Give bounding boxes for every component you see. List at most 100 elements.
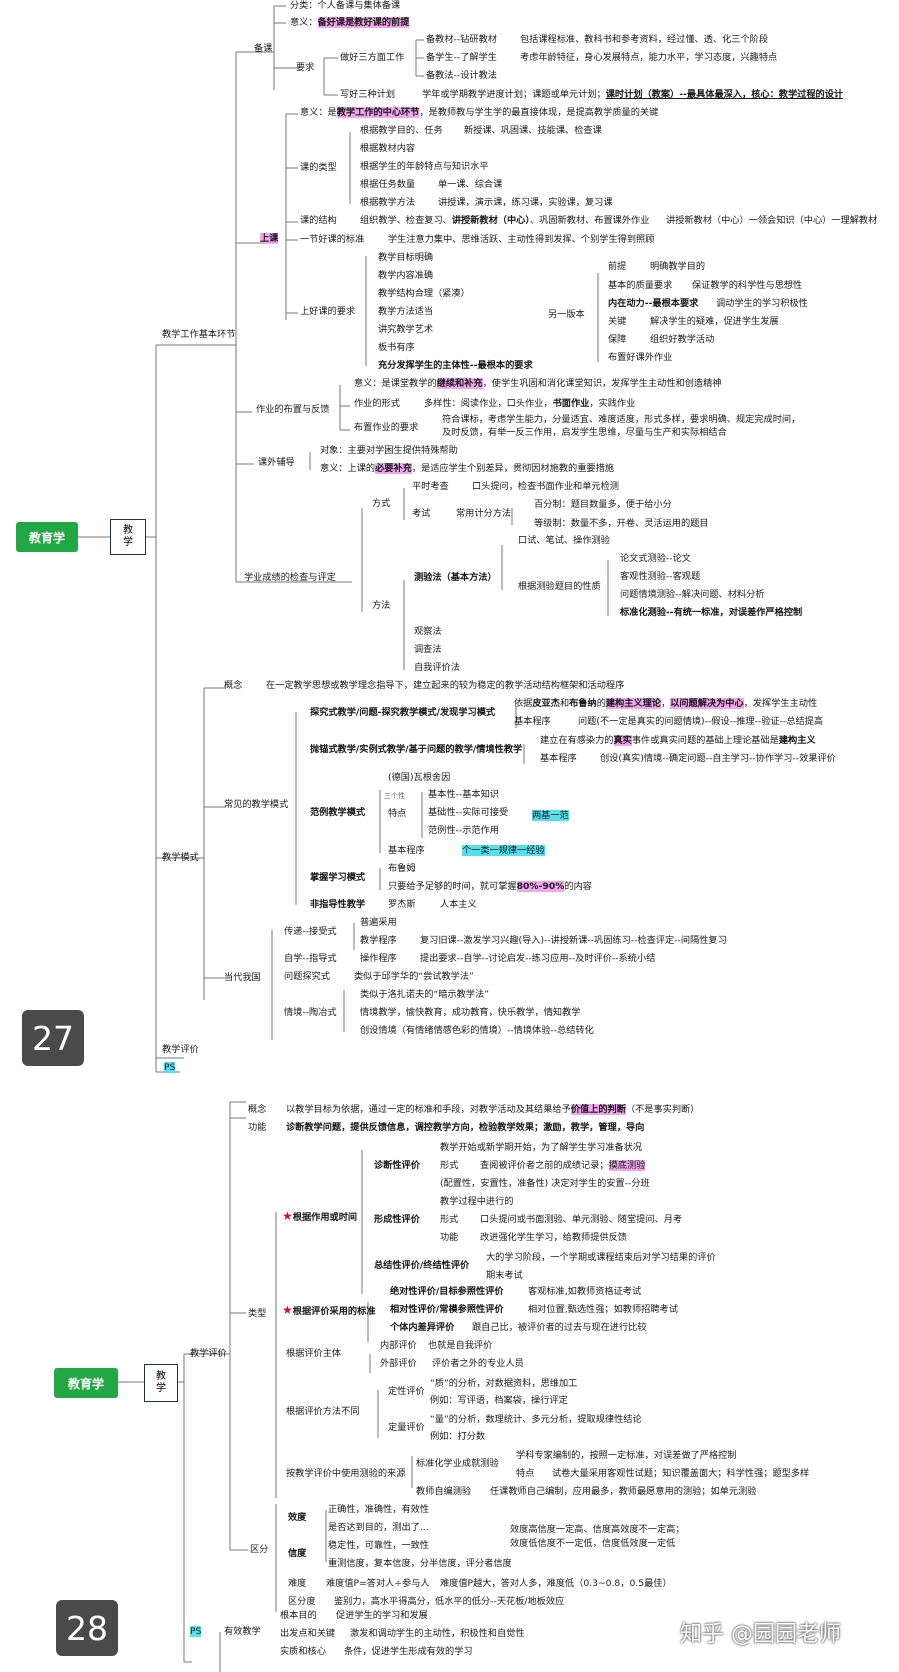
level1-node[interactable]: 教 学 [110, 519, 146, 555]
type-2: 根据教材内容 [360, 143, 416, 154]
china-wt: 问题探究式 [284, 971, 330, 982]
mode-tj-proc: 基本程序 [514, 716, 551, 727]
bzh-1: 学科专家编制的，按照一定标准，对误差做了严格控制 [516, 1450, 737, 1461]
dx: 定性评价 [388, 1386, 425, 1397]
page-number-28: 28 [56, 1600, 118, 1656]
node-tutoring: 课外辅导 [258, 457, 295, 468]
china-wt-detail: 类似于邱学华的“尝试教学法” [354, 971, 474, 982]
alt-1: 前提 [608, 261, 627, 272]
alt-5: 保障 [608, 334, 627, 345]
wb: 外部评价 [380, 1358, 417, 1369]
good-1: 教学目标明确 [378, 252, 434, 263]
dl: 定量评价 [388, 1422, 425, 1433]
discrimination: 区分度 [288, 1596, 316, 1607]
china-zx-1-detail: 提出要求--自学--讨论启发--练习应用--及时评价--系统小结 [420, 953, 656, 964]
hw-form-detail: 多样性：阅读作业，口头作业，书面作业，实践作业 [424, 398, 636, 409]
js-detail: 任课教师自己编制，应用最多，教师最愿意用的测验；如单元测验 [490, 1486, 757, 1497]
alt-3-detail: 调动学生的学习积极性 [716, 298, 808, 309]
mode-pm: 抛锚式教学/实例式教学/基于问题的教学/情境性教学 [310, 744, 523, 755]
discrimination-1: 鉴别力，高水平得高分，低水平的低分--天花板/地板效应 [334, 1596, 565, 1607]
lesson-struct-detail: 组织教学、检查复习、讲授新教材（中心）、巩固新教材、布置课外作业 [360, 215, 650, 226]
china-zx-1: 操作程序 [360, 953, 397, 964]
prep-req: 要求 [296, 62, 315, 73]
alt-version: 另一版本 [548, 309, 585, 320]
mode-fz-1: 罗杰斯 [388, 899, 416, 910]
good-4: 教学方法适当 [378, 306, 434, 317]
zj-2: 期末考试 [486, 1270, 523, 1281]
good-7: 充分发挥学生的主体性--最根本的要求 [378, 360, 533, 371]
mindmap-page-27: 教育学 教 学 教学工作基本环节 备课 分类：个人备课与集体备课 意义：备好课是… [4, 0, 888, 1086]
branch-basic-steps: 教学工作基本环节 [162, 329, 236, 340]
dx-2: 例如：写评语，档案袋，操行评定 [430, 1395, 568, 1406]
type-by-std: ★根据评价采用的标准 [282, 1303, 376, 1317]
type-by-src: 按教学评价中使用测验的来源 [286, 1468, 406, 1479]
node-eval: 教学评价 [190, 1348, 227, 1359]
eval-func: 功能 [248, 1122, 267, 1133]
eval-concept: 概念 [248, 1104, 267, 1115]
eval-func-detail: 诊断教学问题，提供反馈信息，调控教学方向，检验教学效果；激励，教学，管理，导向 [286, 1122, 645, 1133]
root-node[interactable]: 教育学 [16, 522, 78, 552]
assess-ps: 平时考查 [412, 481, 449, 492]
assess-mode: 方式 [372, 498, 391, 509]
eval-concept-detail: 以教学目标为依据，通过一定的标准和手段，对教学活动及其结果给予价值上的判断（不是… [286, 1104, 700, 1115]
zd-2-detail: 查阅被评价者之前的成绩记录；摸底测验 [480, 1160, 646, 1171]
mode-fl: 范例教学模式 [310, 807, 366, 818]
type-by-subj: 根据评价主体 [286, 1348, 342, 1359]
mode-pm-proc-detail: 创设(真实)情境--确定问题--自主学习--协作学习--效果评价 [600, 753, 836, 764]
root-node-2[interactable]: 教育学 [54, 1368, 118, 1398]
mode-common: 常见的教学模式 [224, 799, 289, 810]
validity-1: 正确性，准确性，有效性 [328, 1504, 430, 1515]
alt-4-detail: 解决学生的疑难，促进学生发展 [650, 316, 779, 327]
type-1-detail: 新授课、巩固课、技能课、检查课 [464, 125, 602, 136]
mode-tj: 探究式教学/问题-探究教学模式/发现学习模式 [310, 707, 496, 718]
nb: 内部评价 [380, 1340, 417, 1351]
effective-teaching: 有效教学 [224, 1626, 261, 1637]
mode-fz-2: 人本主义 [440, 899, 477, 910]
level1-node-2[interactable]: 教 学 [144, 1364, 178, 1402]
good-5: 讲究教学艺术 [378, 324, 434, 335]
mindmap-page-28: 教育学 教 学 教学评价 概念 以教学目标为依据，通过一定的标准和手段，对教学活… [40, 1092, 848, 1672]
yx-2-detail: 激发和调动学生的主动性，积极性和自觉性 [350, 1628, 525, 1639]
dl-1: “量”的分析，数理统计、多元分析，提取规律性结论 [430, 1414, 642, 1425]
node-lesson: 上课 [260, 233, 279, 244]
assess-exam-detail: 常用计分方法 [456, 508, 512, 519]
xc-2-detail: 口头提问或书面测验、单元测验、随堂提问、月考 [480, 1214, 683, 1225]
mode-zw-2: 只要给予足够的时间，就可掌握80%-90%的内容 [388, 881, 592, 892]
xd-detail: 相对位置,甄选性强；如教师招聘考试 [528, 1304, 678, 1315]
yx-3-detail: 条件，促进学生形成有效的学习 [344, 1646, 473, 1657]
type-1: 根据教学目的、任务 [360, 125, 443, 136]
zd-3: (配置性，安置性，准备性) 决定对学生的安置--分班 [440, 1178, 650, 1189]
zd: 诊断性评价 [374, 1160, 420, 1171]
branch-eval-p1: 教学评价 [162, 1044, 199, 1055]
watermark: 知乎 @园园老师 [680, 1622, 841, 1647]
xc-3: 功能 [440, 1232, 459, 1243]
bzh-2-detail: 试卷大量采用客观性试题；知识覆盖面大；科学性强；题型多样 [552, 1468, 810, 1479]
tutor-meaning: 意义：上课的必要补充，是适应学生个别差异，贯彻因材施教的重要措施 [320, 463, 614, 474]
mode-fl-proc: 基本程序 [388, 845, 425, 856]
mode-fl-feature: 特点 [388, 808, 407, 819]
bzh-2: 特点 [516, 1468, 535, 1479]
mode-fl-origin: (德国)瓦根舍因 [388, 772, 451, 783]
mode-fz: 非指导性教学 [310, 899, 366, 910]
reliability: 信度 [288, 1548, 307, 1559]
tutor-target: 对象：主要对学困生提供特殊帮助 [320, 445, 458, 456]
assess-lw: 论文式测验--论文 [620, 553, 691, 564]
hw-req-1: 符合课标，考虑学生能力，分量适宜、难度适度，形式多样，要求明确、规定完成时间， [442, 414, 801, 425]
zj-1: 大的学习阶段，一个学期或课程结束后对学习结果的评价 [486, 1252, 716, 1263]
assess-dj: 等级制：数量不多，开卷、灵活运用的题目 [534, 518, 709, 529]
prep-jf: 备教法--设计教法 [426, 70, 497, 81]
alt-4: 关键 [608, 316, 627, 327]
alt-2-detail: 保证教学的科学性与思想性 [692, 280, 803, 291]
good-6: 板书有序 [378, 342, 415, 353]
xc-3-detail: 改进强化学生学习，给教师提供反馈 [480, 1232, 627, 1243]
difficulty-2: 难度值P越大，答对人多，难度低（0.3~0.8，0.5最佳） [440, 1578, 672, 1589]
reliability-2: 重测信度，复本信度，分半信度，评分者信度 [328, 1558, 512, 1569]
prep-xs: 备学生--了解学生 [426, 52, 497, 63]
validity-2: 是否达到目的，测出了... [328, 1522, 429, 1533]
china-qj-2: 情境教学，愉快教育，成功教育，快乐教学，情知教学 [360, 1007, 581, 1018]
gt-detail: 跟自己比，被评价者的过去与现在进行比较 [472, 1322, 647, 1333]
validity: 效度 [288, 1512, 307, 1523]
assess-ps-detail: 口头提问，检查书面作业和单元检测 [472, 481, 619, 492]
hw-meaning: 意义：是课堂教学的继续和补充，使学生巩固和消化课堂知识，发挥学生主动性和创造精神 [354, 378, 722, 389]
mode-concept: 概念 [224, 680, 243, 691]
